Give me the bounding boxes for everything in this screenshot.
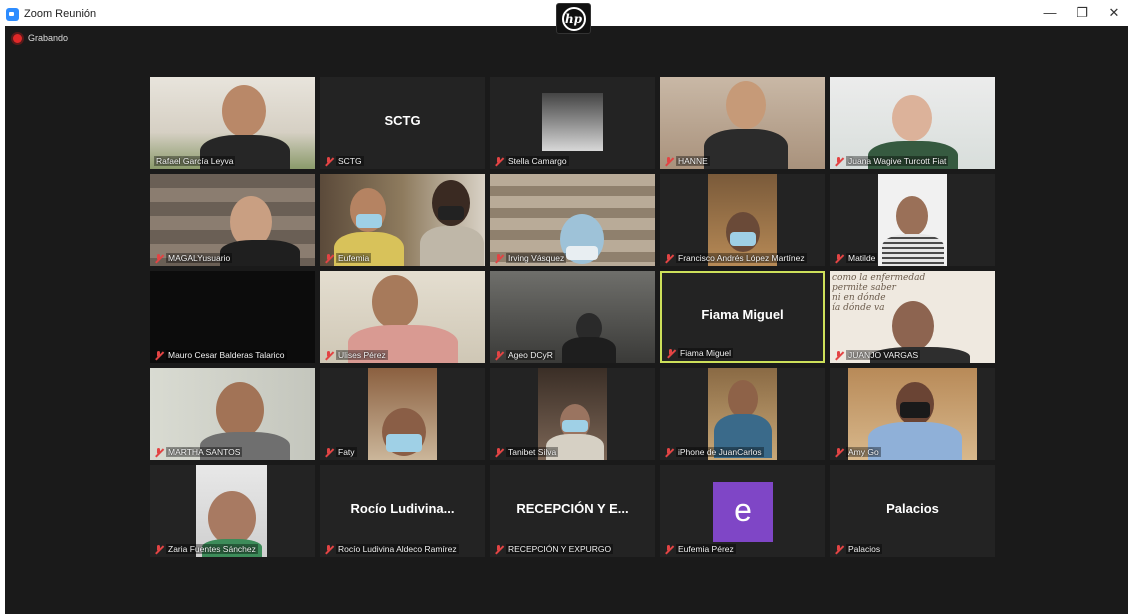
participant-tile[interactable]: Rocío Ludivina... Rocío Ludivina Aldeco …: [320, 465, 485, 557]
muted-mic-icon: [494, 447, 503, 457]
participant-tile[interactable]: como la enfermedad permite saber ni en d…: [830, 271, 995, 363]
recording-dot-icon: [13, 33, 22, 43]
participant-name-label: Faty: [324, 447, 357, 457]
muted-mic-icon: [324, 156, 333, 166]
muted-mic-icon: [664, 156, 673, 166]
participant-name-label: Irving Vásquez: [494, 253, 567, 263]
participant-name-label: Fiama Miguel: [666, 348, 734, 358]
participant-name-label: Tanibet Silva: [494, 447, 559, 457]
muted-mic-icon: [664, 447, 673, 457]
participant-tile[interactable]: MAGALYusuario: [150, 174, 315, 266]
muted-mic-icon: [834, 253, 843, 263]
muted-mic-icon: [154, 544, 163, 554]
participant-name-label: Rafael García Leyva: [154, 156, 236, 166]
participant-name-label: HANNE: [664, 156, 710, 166]
muted-mic-icon: [664, 544, 673, 554]
participant-tile[interactable]: Ageo DCyR: [490, 271, 655, 363]
minimize-button[interactable]: —: [1040, 5, 1060, 20]
participant-tile[interactable]: Matilde: [830, 174, 995, 266]
participant-name-label: Ulises Pérez: [324, 350, 388, 360]
participant-tile[interactable]: Zaria Fuentes Sánchez: [150, 465, 315, 557]
muted-mic-icon: [324, 447, 333, 457]
close-button[interactable]: ✕: [1104, 5, 1124, 21]
participant-tile[interactable]: Rafael García Leyva: [150, 77, 315, 169]
participant-tile[interactable]: RECEPCIÓN Y E... RECEPCIÓN Y EXPURGO: [490, 465, 655, 557]
participant-name-label: Juana Wagive Turcott Fiat: [834, 156, 949, 166]
muted-mic-icon: [834, 544, 843, 554]
background-wall-text: como la enfermedad permite saber ni en d…: [832, 273, 926, 313]
participant-name-label: Stella Camargo: [494, 156, 569, 166]
muted-mic-icon: [494, 156, 503, 166]
participant-display-name: Rocío Ludivina...: [350, 501, 455, 516]
muted-mic-icon: [324, 544, 333, 554]
meeting-view: Grabando Rafael García Leyva SCTG SCTG S…: [5, 26, 1128, 614]
participant-tile[interactable]: Francisco Andrés López Martínez: [660, 174, 825, 266]
participant-tile[interactable]: MARTHA SANTOS: [150, 368, 315, 460]
participant-name-label: Zaria Fuentes Sánchez: [154, 544, 258, 554]
muted-mic-icon: [154, 253, 163, 263]
muted-mic-icon: [494, 350, 503, 360]
muted-mic-icon: [324, 350, 333, 360]
participant-name-label: Ageo DCyR: [494, 350, 555, 360]
recording-label: Grabando: [28, 33, 69, 43]
muted-mic-icon: [664, 253, 673, 263]
participant-display-name: Palacios: [886, 501, 939, 516]
participant-name-label: Matilde: [834, 253, 878, 263]
participant-tile-active-speaker[interactable]: Fiama Miguel Fiama Miguel: [660, 271, 825, 363]
participant-tile[interactable]: Palacios Palacios: [830, 465, 995, 557]
participant-display-name: RECEPCIÓN Y E...: [516, 501, 629, 516]
participant-display-name: Fiama Miguel: [701, 307, 784, 322]
hp-logo-icon: hp: [556, 3, 591, 34]
participant-name-label: Palacios: [834, 544, 883, 554]
participant-name-label: MARTHA SANTOS: [154, 447, 243, 457]
participant-name-label: Rocío Ludivina Aldeco Ramírez: [324, 544, 459, 554]
participant-tile[interactable]: Tanibet Silva: [490, 368, 655, 460]
muted-mic-icon: [154, 447, 163, 457]
window-title: Zoom Reunión: [24, 8, 97, 20]
participant-tile[interactable]: e Eufemia Pérez: [660, 465, 825, 557]
muted-mic-icon: [154, 350, 163, 360]
participant-tile[interactable]: SCTG SCTG: [320, 77, 485, 169]
muted-mic-icon: [834, 156, 843, 166]
muted-mic-icon: [834, 350, 843, 360]
muted-mic-icon: [666, 348, 675, 358]
participant-avatar: e: [713, 482, 773, 542]
participant-tile[interactable]: Stella Camargo: [490, 77, 655, 169]
maximize-button[interactable]: ❐: [1072, 5, 1092, 21]
muted-mic-icon: [324, 253, 333, 263]
participant-tile[interactable]: Irving Vásquez: [490, 174, 655, 266]
participant-name-label: JUANJO VARGAS: [834, 350, 921, 360]
participant-name-label: Amy Go: [834, 447, 881, 457]
participant-tile[interactable]: Faty: [320, 368, 485, 460]
muted-mic-icon: [494, 253, 503, 263]
participant-name-label: Mauro Cesar Balderas Talarico: [154, 350, 287, 360]
participant-display-name: SCTG: [384, 113, 421, 128]
participant-tile[interactable]: iPhone de JuanCarlos: [660, 368, 825, 460]
participant-tile[interactable]: HANNE: [660, 77, 825, 169]
participant-name-label: Francisco Andrés López Martínez: [664, 253, 807, 263]
participant-tile[interactable]: Ulises Pérez: [320, 271, 485, 363]
muted-mic-icon: [494, 544, 503, 554]
muted-mic-icon: [834, 447, 843, 457]
participant-tile[interactable]: Mauro Cesar Balderas Talarico: [150, 271, 315, 363]
participant-name-label: MAGALYusuario: [154, 253, 233, 263]
participant-tile[interactable]: Eufemia: [320, 174, 485, 266]
participant-name-label: RECEPCIÓN Y EXPURGO: [494, 544, 614, 554]
zoom-app-icon: [6, 8, 19, 21]
participant-tile[interactable]: Juana Wagive Turcott Fiat: [830, 77, 995, 169]
participant-name-label: SCTG: [324, 156, 364, 166]
participant-tile[interactable]: Amy Go: [830, 368, 995, 460]
participant-name-label: Eufemia: [324, 253, 372, 263]
participant-name-label: iPhone de JuanCarlos: [664, 447, 764, 457]
recording-indicator[interactable]: Grabando: [13, 33, 68, 43]
participant-name-label: Eufemia Pérez: [664, 544, 736, 554]
